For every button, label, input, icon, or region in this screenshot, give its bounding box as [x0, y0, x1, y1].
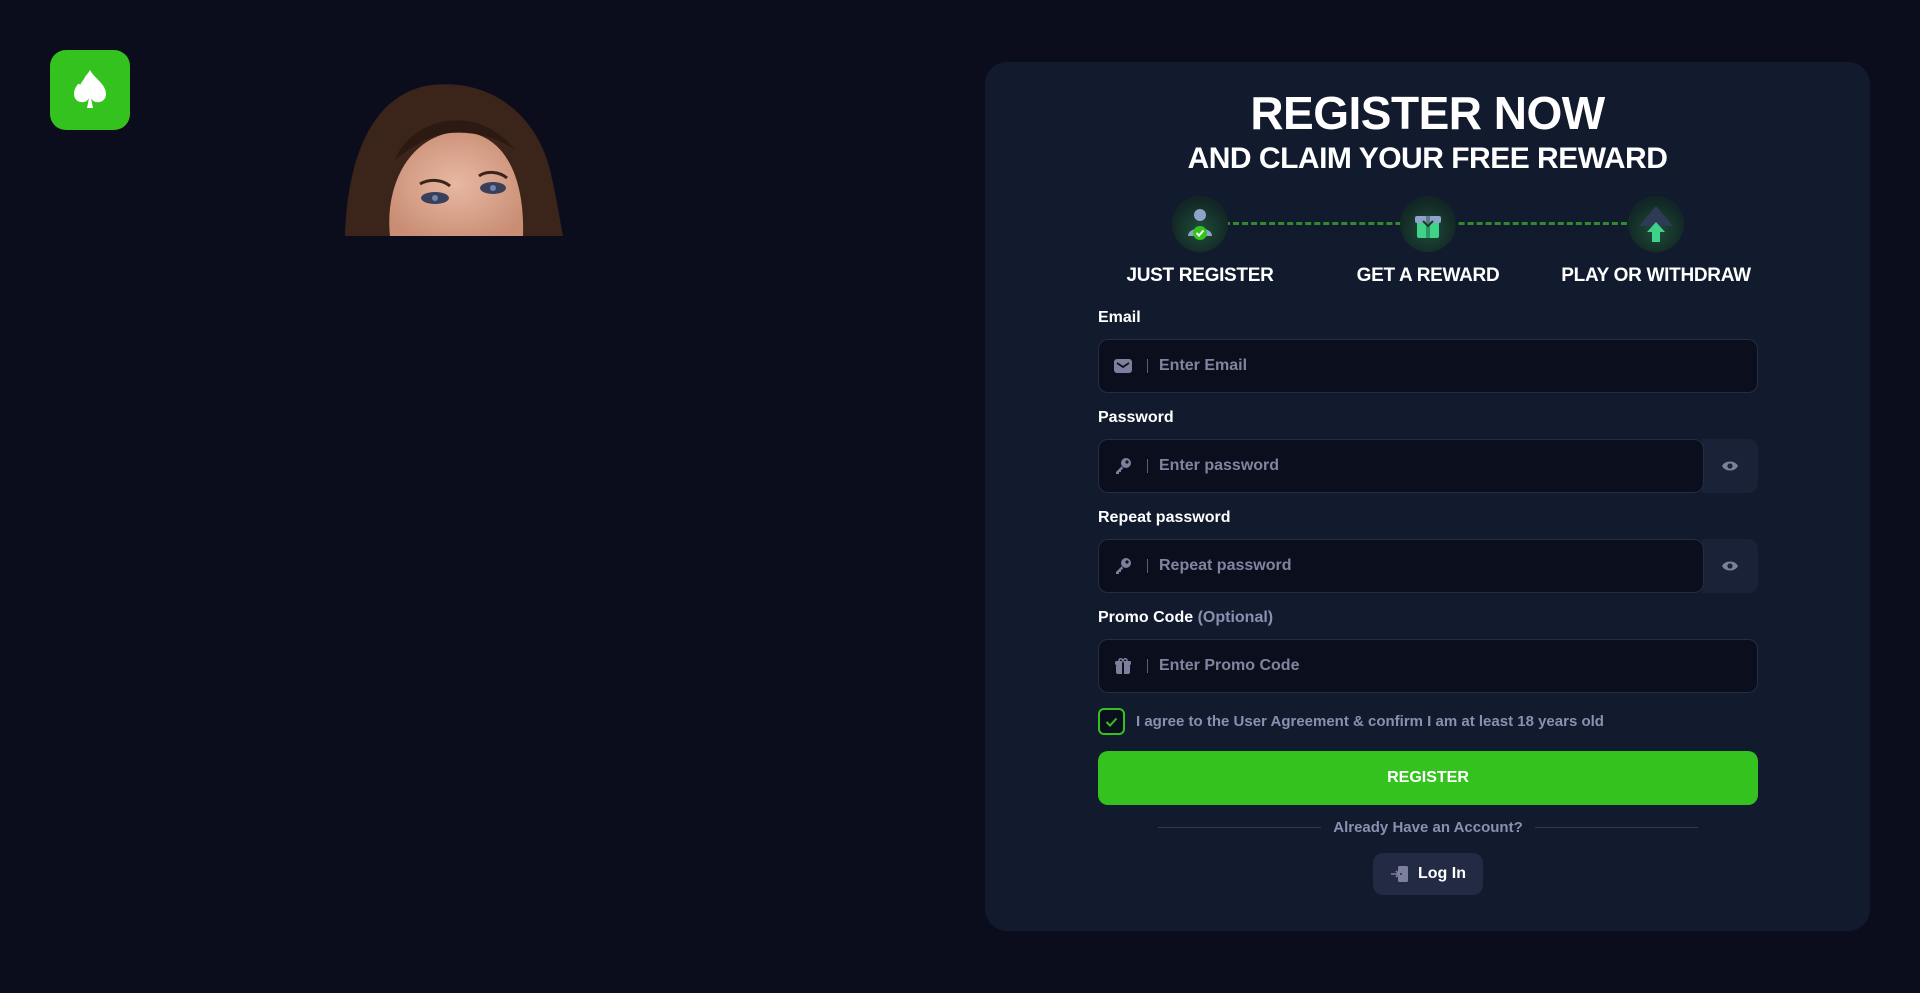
eye-icon [1722, 561, 1738, 571]
repeat-password-field-wrap [1098, 539, 1704, 593]
step-label-reward: GET A REWARD [1356, 265, 1500, 286]
logo[interactable] [50, 50, 130, 130]
arrow-up-icon [1639, 206, 1673, 242]
gift-icon [1415, 216, 1441, 238]
promo-input[interactable] [1159, 657, 1757, 675]
email-input[interactable] [1159, 357, 1757, 375]
promo-separator [1147, 659, 1148, 673]
step-withdraw-icon-wrap [1628, 196, 1684, 252]
register-title: REGISTER NOW [1250, 87, 1605, 139]
promo-field-wrap [1098, 639, 1758, 693]
repeat-password-visibility-toggle[interactable] [1702, 539, 1758, 593]
divider-line [1534, 827, 1698, 828]
email-separator [1147, 359, 1148, 373]
woman-portrait [345, 84, 563, 236]
promo-label: Promo Code (Optional) [1098, 609, 1273, 627]
envelope-icon [1099, 359, 1147, 373]
check-icon [1105, 717, 1118, 727]
login-door-icon [1391, 866, 1408, 882]
step-register-icon-wrap [1172, 196, 1228, 252]
password-input[interactable] [1159, 457, 1703, 475]
user-check-icon [1188, 209, 1212, 240]
login-label: Log In [1418, 865, 1466, 882]
step-reward-icon-wrap [1400, 196, 1456, 252]
key-icon [1099, 557, 1147, 575]
step-label-register: JUST REGISTER [1126, 265, 1274, 286]
password-separator [1147, 459, 1148, 473]
spade-icon [74, 70, 106, 108]
email-label: Email [1098, 309, 1141, 326]
hero-image [335, 80, 575, 236]
register-button[interactable]: REGISTER [1098, 751, 1758, 805]
repeat-password-input[interactable] [1159, 557, 1703, 575]
email-field-wrap [1098, 339, 1758, 393]
gift-icon [1099, 658, 1147, 674]
eye-icon [1722, 461, 1738, 471]
login-button[interactable]: Log In [1373, 853, 1483, 895]
promo-label-text: Promo Code [1098, 609, 1194, 626]
password-label: Password [1098, 409, 1174, 426]
password-visibility-toggle[interactable] [1702, 439, 1758, 493]
register-panel: REGISTER NOW AND CLAIM YOUR FREE REWARD … [985, 62, 1870, 931]
promo-optional-text: (Optional) [1197, 609, 1274, 626]
agree-text[interactable]: I agree to the User Agreement & confirm … [1136, 713, 1604, 730]
agree-checkbox[interactable] [1098, 708, 1125, 735]
divider-line [1158, 827, 1322, 828]
password-field-wrap [1098, 439, 1704, 493]
step-label-withdraw: PLAY OR WITHDRAW [1561, 265, 1751, 286]
repeat-password-label: Repeat password [1098, 509, 1231, 526]
already-account-row: Already Have an Account? [1158, 819, 1698, 836]
repeat-password-separator [1147, 559, 1148, 573]
register-subtitle: AND CLAIM YOUR FREE REWARD [1187, 142, 1668, 175]
key-icon [1099, 457, 1147, 475]
already-account-text: Already Have an Account? [1333, 819, 1523, 836]
